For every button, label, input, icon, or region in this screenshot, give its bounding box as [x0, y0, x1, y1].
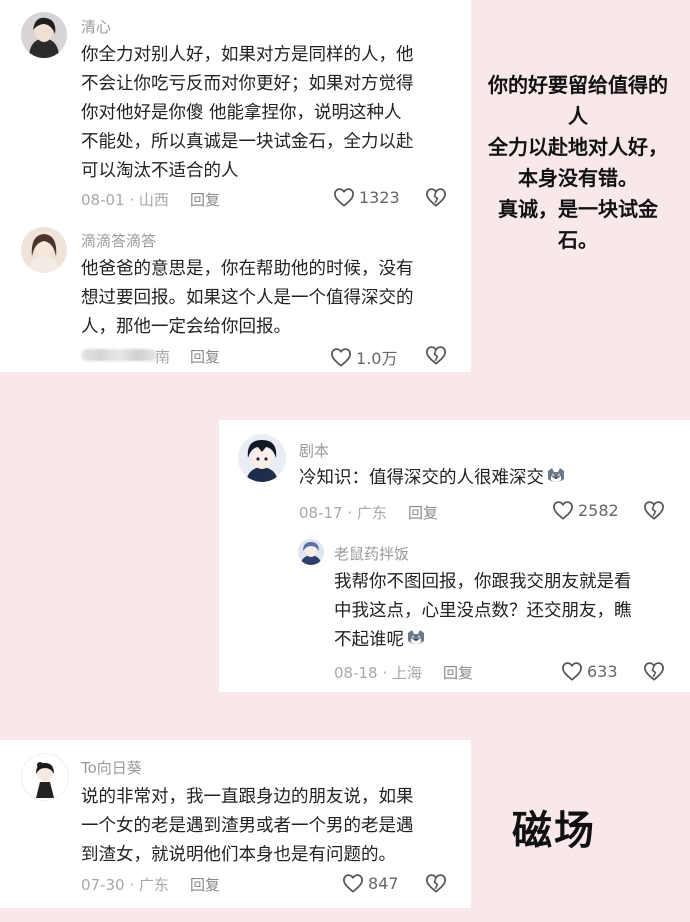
reply-3-username[interactable]: 老鼠药拌饭 [334, 543, 409, 564]
comment-1-like-button[interactable]: 1323 [333, 187, 400, 207]
reply-3-date-location: 08-18 · 上海 [334, 664, 422, 682]
anime-boy-avatar-icon[interactable] [238, 434, 286, 482]
comment-3-line: 冷知识：值得深交的人很难深交 [299, 464, 566, 493]
comment-2-text: 他爸爸的意思是，你在帮助他的时候，没有 想过要回报。如果这个人是一个值得深交的 … [81, 255, 414, 342]
comment-1-reply-button[interactable]: 回复 [190, 189, 220, 210]
broken-heart-icon [643, 661, 665, 681]
comment-1-line: 你对他好是你傻 他能拿捏你，说明这种人 [81, 103, 402, 123]
comment-2-reply-button[interactable]: 回复 [190, 346, 220, 367]
comment-1-line: 不会让你吃亏反而对你更好；如果对方觉得 [81, 74, 414, 94]
comment-1-like-count: 1323 [359, 187, 400, 207]
reply-3-dislike-button[interactable] [643, 661, 665, 681]
comment-1-username[interactable]: 清心 [81, 16, 111, 37]
comment-3-like-count: 2582 [578, 500, 619, 520]
comment-4-line: 说的非常对，我一直跟身边的朋友说，如果 [81, 787, 414, 807]
heart-icon [552, 500, 574, 520]
reply-3-like-count: 633 [587, 661, 618, 681]
broken-heart-icon [425, 187, 447, 207]
husky-dog-emoji-icon [406, 629, 426, 647]
side-note-text: 你的好要留给值得的 人 全力以赴地对人好， 本身没有错。 真诚，是一块试金 石。 [463, 70, 690, 256]
heart-icon [342, 873, 364, 893]
note-line: 真诚，是一块试金 [498, 197, 658, 221]
note-line: 石。 [558, 228, 598, 252]
heart-icon [330, 347, 352, 367]
comment-4-date-location: 07-30 · 广东 [81, 876, 169, 894]
comment-4-like-button[interactable]: 847 [342, 873, 399, 893]
comment-3-line-text: 冷知识：值得深交的人很难深交 [299, 468, 544, 488]
blurred-date-location [81, 349, 157, 361]
comment-4-line: 一个女的老是遇到渣男或者一个男的老是遇 [81, 816, 414, 836]
note-line: 本身没有错。 [518, 166, 638, 190]
comment-3-reply-button[interactable]: 回复 [408, 502, 438, 523]
note-line: 你的好要留给值得的 [488, 73, 668, 97]
comment-1-line: 不能处，所以真诚是一块试金石，全力以赴 [81, 132, 414, 152]
comment-2-username[interactable]: 滴滴答滴答 [81, 230, 156, 251]
comment-3-dislike-button[interactable] [643, 500, 665, 520]
comment-1-text: 你全力对别人好，如果对方是同样的人，他 不会让你吃亏反而对你更好；如果对方觉得 … [81, 41, 414, 186]
broken-heart-icon [425, 345, 447, 365]
comment-2-location-fragment: 南 [155, 348, 171, 366]
comment-3-date-location: 08-17 · 广东 [299, 504, 387, 522]
magnetic-field-note: 磁场 [512, 808, 596, 854]
comment-4-reply-button[interactable]: 回复 [190, 874, 220, 895]
comment-2-line: 人，那他一定会给你回报。 [81, 317, 291, 337]
note-line: 全力以赴地对人好， [488, 135, 668, 159]
comment-2-line: 想过要回报。如果这个人是一个值得深交的 [81, 288, 414, 308]
comment-3-like-button[interactable]: 2582 [552, 500, 619, 520]
comment-4-line: 到渣女，就说明他们本身也是有问题的。 [81, 845, 396, 865]
comment-1-dislike-button[interactable] [425, 187, 447, 207]
cartoon-girl-avatar-icon[interactable] [21, 753, 69, 801]
anime-avatar-icon[interactable] [298, 539, 324, 565]
heart-icon [333, 187, 355, 207]
comment-4-text: 说的非常对，我一直跟身边的朋友说，如果 一个女的老是遇到渣男或者一个男的老是遇 … [81, 783, 414, 870]
comment-1-date-location: 08-01 · 山西 [81, 191, 169, 209]
comment-2-like-button[interactable]: 1.0万 [330, 345, 397, 369]
comment-4-like-count: 847 [368, 873, 399, 893]
reply-3-like-button[interactable]: 633 [561, 661, 618, 681]
comment-1-line: 可以淘汰不适合的人 [81, 161, 239, 181]
comment-2-like-count: 1.0万 [356, 349, 398, 368]
heart-icon [561, 661, 583, 681]
reply-3-reply-button[interactable]: 回复 [443, 662, 473, 683]
broken-heart-icon [425, 873, 447, 893]
comment-1-line: 你全力对别人好，如果对方是同样的人，他 [81, 45, 414, 65]
woman-avatar-icon[interactable] [21, 12, 67, 58]
girl-avatar-icon[interactable] [21, 227, 67, 273]
comment-4-dislike-button[interactable] [425, 873, 447, 893]
reply-3-line-text: 不起谁呢 [334, 630, 404, 650]
note-line: 人 [568, 104, 588, 128]
reply-3-text: 我帮你不图回报，你跟我交朋友就是看 中我这点，心里没点数？还交朋友，瞧 不起谁呢 [334, 568, 632, 655]
reply-3-line: 我帮你不图回报，你跟我交朋友就是看 [334, 572, 632, 592]
comment-3-text: 冷知识：值得深交的人很难深交 [299, 464, 566, 493]
broken-heart-icon [643, 500, 665, 520]
comment-3-username[interactable]: 剧本 [299, 440, 329, 461]
comment-2-line: 他爸爸的意思是，你在帮助他的时候，没有 [81, 259, 414, 279]
comment-4-username[interactable]: To向日葵 [81, 757, 142, 778]
comment-2-dislike-button[interactable] [425, 345, 447, 365]
husky-dog-emoji-icon [546, 467, 566, 485]
reply-3-line: 不起谁呢 [334, 626, 632, 655]
reply-3-line: 中我这点，心里没点数？还交朋友，瞧 [334, 601, 632, 621]
